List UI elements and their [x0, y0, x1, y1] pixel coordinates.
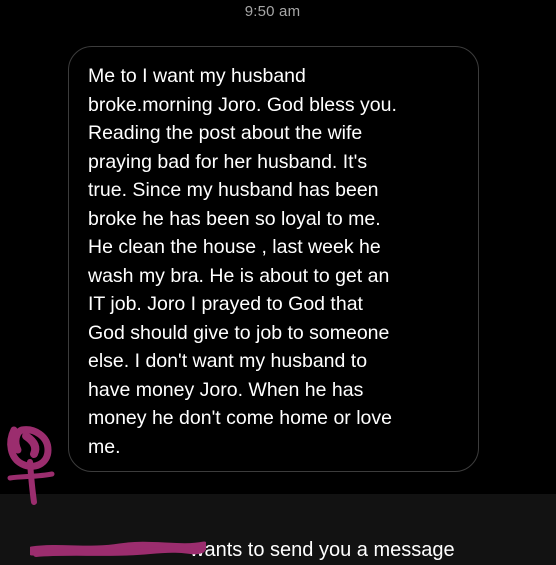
message-line: have money Joro. When he has — [88, 378, 364, 401]
message-line: true. Since my husband has been — [88, 179, 379, 201]
message-line: broke.morning Joro. God bless you. — [88, 93, 397, 116]
message-line: broke he has been so loyal to me. — [88, 207, 381, 230]
message-line: praying bad for her husband. It's — [88, 150, 368, 173]
message-line: IT job. Joro I prayed to God that — [88, 293, 363, 315]
message-timestamp: 9:50 am — [244, 3, 301, 20]
message-line: God should give to job to someone — [88, 321, 390, 344]
message-line: wash my bra. He is about to get an — [88, 264, 390, 287]
message-line: money he don't come home or love — [88, 407, 392, 429]
message-line: He clean the house , last week he — [88, 236, 381, 258]
message-text: Me to I want my husband broke.morning Jo… — [88, 62, 468, 461]
message-request-text: wants to send you a message — [190, 539, 455, 561]
message-line: Me to I want my husband — [88, 65, 306, 87]
avatar-scribble-icon — [7, 426, 55, 505]
message-line: else. I don't want my husband to — [88, 350, 368, 372]
redaction-scribble-icon — [30, 541, 206, 557]
message-line: me. — [88, 435, 121, 458]
message-line: Reading the post about the wife — [88, 122, 363, 144]
